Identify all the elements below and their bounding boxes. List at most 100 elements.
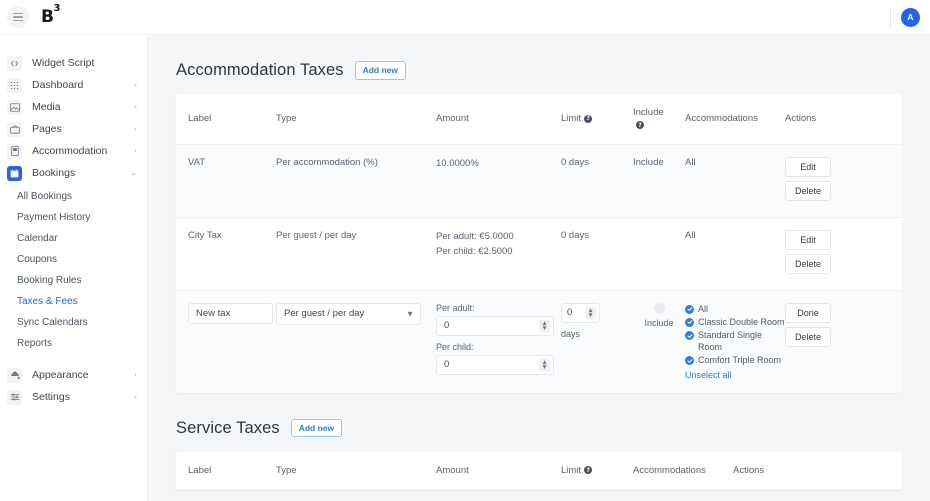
tax-type-select[interactable]: Per guest / per day — [276, 302, 421, 325]
column-header-limit-text: Limit — [561, 464, 582, 476]
page-title: Accommodation Taxes — [176, 61, 344, 79]
code-icon — [7, 55, 22, 71]
sidebar-item-label: Appearance — [32, 369, 89, 381]
sidebar-item-all-bookings[interactable]: All Bookings — [0, 186, 147, 207]
per-child-stepper[interactable]: ▲ ▼ — [539, 358, 550, 372]
sidebar-item-bookings[interactable]: Bookings ⌄ — [0, 162, 147, 184]
subnav-label: Sync Calendars — [17, 317, 88, 328]
accommodation-label: Standard Single Room — [698, 330, 763, 353]
avatar[interactable]: A — [901, 7, 920, 27]
cell-include: Include — [633, 144, 685, 218]
info-icon[interactable]: ? — [584, 466, 593, 475]
cell-label: City Tax — [176, 217, 276, 291]
subnav-label: Payment History — [17, 212, 91, 223]
service-taxes-card: Label Type Amount Limit? Accommodations … — [176, 451, 902, 490]
add-new-accommodation-tax-button[interactable]: Add new — [354, 61, 407, 80]
sidebar-item-taxes-and-fees[interactable]: Taxes & Fees — [0, 291, 147, 312]
tax-label-input[interactable] — [188, 302, 273, 324]
column-header-limit: Limit? — [561, 451, 633, 490]
table-header: Label Type Amount Limit? Include? Accomm… — [176, 94, 902, 145]
column-header-actions: Actions — [785, 94, 902, 145]
sidebar-item-accommodation[interactable]: Accommodation ‹ — [0, 140, 147, 162]
check-icon[interactable] — [685, 356, 694, 366]
sidebar-item-label: Widget Script — [32, 57, 95, 69]
cell-actions: Edit Delete — [785, 144, 902, 218]
check-icon[interactable] — [685, 331, 694, 341]
sidebar-item-label: Accommodation — [32, 145, 108, 157]
chevron-icon: ‹ — [134, 146, 137, 155]
sliders-icon — [7, 389, 22, 405]
done-button[interactable]: Done — [785, 302, 831, 323]
accommodation-checkbox-item[interactable]: Standard Single Room — [685, 329, 785, 353]
sidebar-item-reports[interactable]: Reports — [0, 333, 147, 354]
limit-days-unit-label: days — [561, 328, 581, 339]
sidebar-item-media[interactable]: Media ‹ — [0, 96, 147, 118]
column-header-actions: Actions — [733, 451, 902, 490]
accommodation-checkbox-item[interactable]: Comfort Triple Room — [685, 354, 785, 366]
cell-amount-inputs: Per adult: ▲▼ Per child: ▲▼ — [436, 290, 561, 393]
sidebar-item-coupons[interactable]: Coupons — [0, 249, 147, 270]
top-bar: B3 A — [0, 0, 930, 35]
sidebar-item-label: Pages — [32, 123, 62, 135]
delete-button[interactable]: Delete — [785, 326, 831, 347]
amount-line: Per child: €2.5000 — [436, 245, 513, 257]
accommodation-checkbox-item[interactable]: All — [685, 303, 785, 315]
column-header-include: Include? — [633, 94, 685, 145]
table-body: VAT Per accommodation (%) 10.0000% 0 day… — [176, 144, 902, 393]
table-header-row: Label Type Amount Limit? Accommodations … — [176, 451, 902, 490]
per-adult-input-wrapper: ▲▼ — [436, 315, 554, 336]
info-icon[interactable]: ? — [636, 121, 644, 130]
cell-amount: 10.0000% — [436, 144, 561, 218]
top-bar-divider — [890, 7, 891, 27]
cell-include — [633, 217, 685, 291]
accommodation-checkbox-item[interactable]: Classic Double Room — [685, 316, 785, 328]
add-new-service-tax-button[interactable]: Add new — [290, 419, 343, 438]
unselect-all-link[interactable]: Unselect all — [685, 370, 732, 380]
sidebar-item-settings[interactable]: Settings ‹ — [0, 386, 147, 408]
main-content: Accommodation Taxes Add new Label Type A… — [148, 35, 930, 501]
accommodation-taxes-header: Accommodation Taxes Add new — [176, 35, 902, 94]
check-icon[interactable] — [685, 317, 694, 327]
cell-accommodations: All — [685, 144, 785, 218]
subnav-label: Reports — [17, 338, 53, 349]
sidebar-item-dashboard[interactable]: Dashboard ‹ — [0, 74, 147, 96]
column-header-type: Type — [276, 451, 436, 490]
amount-line: Per adult: €5.0000 — [436, 230, 514, 242]
edit-button[interactable]: Edit — [785, 229, 831, 250]
table-row: City Tax Per guest / per day Per adult: … — [176, 217, 902, 291]
cell-type-select: Per guest / per day ▼ — [276, 290, 436, 393]
per-adult-stepper[interactable]: ▲ ▼ — [539, 319, 550, 333]
sidebar-item-calendar[interactable]: Calendar — [0, 228, 147, 249]
info-icon[interactable]: ? — [584, 114, 593, 123]
sidebar-item-appearance[interactable]: Appearance ‹ — [0, 364, 147, 386]
sidebar-item-sync-calendars[interactable]: Sync Calendars — [0, 312, 147, 333]
subnav-label: Taxes & Fees — [17, 296, 78, 307]
check-icon[interactable] — [685, 304, 694, 314]
limit-days-stepper[interactable]: ▲ ▼ — [585, 306, 596, 320]
column-header-label: Label — [176, 94, 276, 145]
sidebar-item-payment-history[interactable]: Payment History — [0, 207, 147, 228]
edit-button[interactable]: Edit — [785, 156, 831, 177]
hamburger-icon[interactable] — [7, 6, 29, 28]
per-adult-input[interactable] — [436, 315, 554, 336]
per-child-label: Per child: — [436, 341, 474, 352]
cell-limit: 0 days — [561, 144, 633, 218]
sidebar-item-widget-script[interactable]: Widget Script — [0, 52, 147, 74]
sidebar-item-pages[interactable]: Pages ‹ — [0, 118, 147, 140]
bookings-submenu: All Bookings Payment History Calendar Co… — [0, 184, 147, 354]
cell-type: Per guest / per day — [276, 217, 436, 291]
service-taxes-header: Service Taxes Add new — [176, 393, 902, 452]
column-header-accommodations: Accommodations — [633, 451, 733, 490]
app-logo[interactable]: B3 — [41, 3, 60, 27]
per-child-input[interactable] — [436, 354, 554, 375]
app-root: B3 A Widget Script Dashboard ‹ Media ‹ P… — [0, 0, 930, 501]
chevron-icon: ‹ — [134, 392, 137, 401]
calendar-icon — [7, 165, 22, 181]
delete-button[interactable]: Delete — [785, 180, 831, 201]
cell-label-input — [176, 290, 276, 393]
sidebar-item-booking-rules[interactable]: Booking Rules — [0, 270, 147, 291]
limit-input-wrapper: ▲▼ — [561, 302, 600, 323]
delete-button[interactable]: Delete — [785, 253, 831, 274]
include-toggle[interactable] — [653, 302, 665, 314]
